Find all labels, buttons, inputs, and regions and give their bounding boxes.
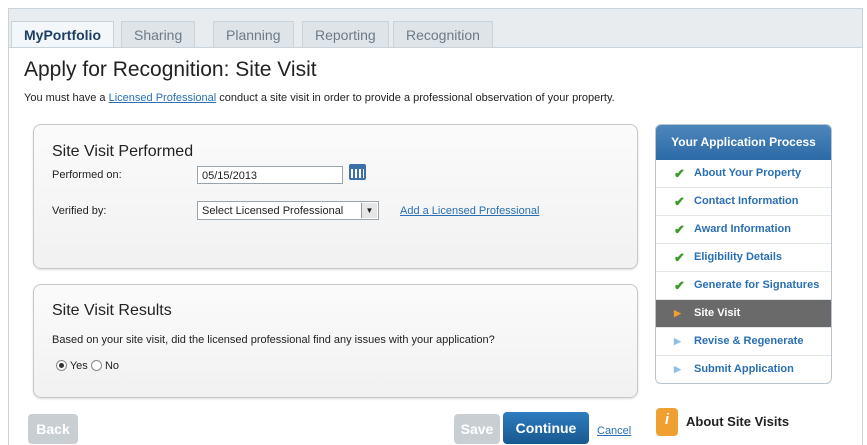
add-licensed-professional-link[interactable]: Add a Licensed Professional (400, 205, 539, 217)
arrow-right-icon: ▶ (674, 364, 681, 374)
step-label: About Your Property (694, 167, 802, 179)
step-label: Generate for Signatures (694, 279, 820, 291)
step-generate-for-signatures[interactable]: ✔ Generate for Signatures (656, 272, 831, 300)
intro-text-before: You must have a (24, 92, 109, 104)
verified-by-select[interactable]: Select Licensed Professional ▼ (197, 201, 379, 220)
step-submit-application[interactable]: ▶ Submit Application (656, 356, 831, 383)
step-revise-regenerate[interactable]: ▶ Revise & Regenerate (656, 328, 831, 356)
back-button[interactable]: Back (28, 414, 78, 444)
intro-text-after: conduct a site visit in order to provide… (216, 92, 615, 104)
calendar-icon[interactable] (349, 164, 366, 180)
checkmark-icon: ✔ (674, 222, 685, 237)
step-label: Eligibility Details (694, 251, 783, 263)
continue-button[interactable]: Continue (503, 412, 589, 444)
checkmark-icon: ✔ (674, 194, 685, 209)
tab-myportfolio[interactable]: MyPortfolio (11, 21, 114, 47)
step-label: Award Information (694, 223, 791, 235)
checkmark-icon: ✔ (674, 250, 685, 265)
step-label: Revise & Regenerate (694, 335, 804, 347)
site-visit-performed-title: Site Visit Performed (52, 143, 194, 160)
cancel-link[interactable]: Cancel (597, 425, 631, 437)
application-process-heading: Your Application Process (656, 125, 831, 160)
page-title: Apply for Recognition: Site Visit (24, 58, 317, 81)
application-process-sidebar: Your Application Process ✔ About Your Pro… (655, 124, 832, 384)
yes-no-radio-group: Yes No (56, 360, 119, 372)
dropdown-arrow-icon[interactable]: ▼ (361, 203, 377, 218)
site-visit-results-title: Site Visit Results (52, 302, 172, 319)
step-label: Contact Information (694, 195, 799, 207)
info-icon: i (656, 408, 678, 436)
step-site-visit[interactable]: ▶ Site Visit (656, 300, 831, 328)
verified-by-label: Verified by: (52, 205, 107, 217)
step-label: Submit Application (694, 363, 794, 375)
checkmark-icon: ✔ (674, 166, 685, 181)
step-label: Site Visit (694, 307, 741, 319)
no-radio[interactable] (90, 360, 102, 371)
tab-sharing[interactable]: Sharing (121, 21, 196, 47)
performed-on-label: Performed on: (52, 169, 122, 181)
about-site-visits-link[interactable]: About Site Visits (686, 414, 789, 429)
intro-text: You must have a Licensed Professional co… (24, 92, 615, 104)
performed-on-date-input[interactable]: 05/15/2013 (197, 166, 343, 184)
yes-radio-label[interactable]: Yes (70, 360, 88, 372)
step-contact-information[interactable]: ✔ Contact Information (656, 188, 831, 216)
tab-reporting[interactable]: Reporting (302, 21, 389, 47)
licensed-professional-link[interactable]: Licensed Professional (109, 92, 217, 104)
checkmark-icon: ✔ (674, 278, 685, 293)
no-radio-label[interactable]: No (105, 360, 119, 372)
arrow-right-icon: ▶ (674, 336, 681, 346)
step-about-your-property[interactable]: ✔ About Your Property (656, 160, 831, 188)
tab-bar: MyPortfolio Sharing Planning Reporting R… (9, 9, 862, 48)
yes-radio[interactable] (56, 360, 67, 371)
save-button[interactable]: Save (454, 414, 500, 444)
arrow-right-icon: ▶ (674, 308, 681, 318)
tab-recognition[interactable]: Recognition (393, 21, 493, 47)
tab-planning[interactable]: Planning (213, 21, 294, 47)
step-eligibility-details[interactable]: ✔ Eligibility Details (656, 244, 831, 272)
step-award-information[interactable]: ✔ Award Information (656, 216, 831, 244)
issues-question: Based on your site visit, did the licens… (52, 334, 495, 346)
verified-by-selected-value: Select Licensed Professional (202, 205, 344, 217)
